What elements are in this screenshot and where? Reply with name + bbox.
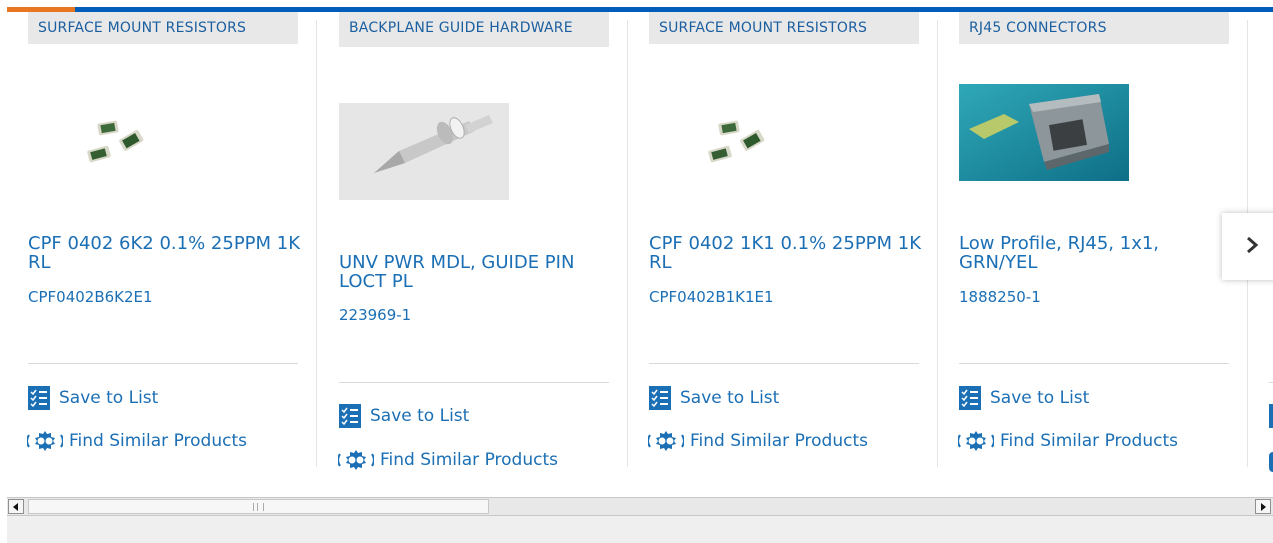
find-similar-button[interactable]: Find Similar Products [958, 428, 1178, 454]
divider [959, 363, 1229, 364]
find-similar-label: Find Similar Products [69, 431, 247, 451]
find-similar-label: Find Similar Products [690, 431, 868, 451]
product-image[interactable] [649, 84, 819, 181]
part-number[interactable]: 223969-1 [339, 306, 411, 324]
save-to-list-button[interactable]: Save to List [338, 403, 469, 429]
find-similar-label: Find Similar Products [1000, 431, 1178, 451]
save-to-list-label: Save to List [59, 388, 159, 408]
divider [339, 382, 609, 383]
product-title[interactable]: CPF 0402 1K1 0.1% 25PPM 1K RL [649, 234, 924, 272]
save-to-list-label: Save to List [370, 406, 470, 426]
find-similar-button[interactable]: Find Similar Products [648, 428, 868, 454]
checklist-icon [338, 404, 362, 428]
checklist-icon [27, 386, 51, 410]
product-image[interactable] [28, 84, 198, 181]
horizontal-scrollbar[interactable] [7, 497, 1273, 516]
similar-products-icon [338, 448, 374, 472]
product-image[interactable] [959, 84, 1129, 181]
arrow-left-icon[interactable] [8, 499, 24, 514]
save-to-list-label: Save to List [990, 388, 1090, 408]
similar-products-icon [648, 429, 684, 453]
carousel-next-button[interactable] [1222, 213, 1273, 280]
arrow-right-icon[interactable] [1255, 499, 1271, 514]
scrollbar-grip [253, 503, 264, 511]
save-to-list-button[interactable]: Save to List [27, 385, 158, 411]
product-image[interactable] [339, 103, 509, 200]
category-label[interactable]: SURFACE MOUNT RESISTORS [28, 12, 298, 44]
scrollbar-thumb[interactable] [28, 499, 489, 514]
find-similar-button[interactable]: Find Similar Products [27, 428, 247, 454]
save-to-list-button[interactable]: Save to List [958, 385, 1089, 411]
save-to-list-label: Save to List [680, 388, 780, 408]
divider [649, 363, 919, 364]
product-card: BACKPLANE GUIDE HARDWARE UNV PWR MDL, GU… [318, 12, 628, 470]
product-title[interactable]: UNV PWR MDL, GUIDE PIN LOCT PL [339, 253, 614, 291]
part-number[interactable]: CPF0402B6K2E1 [28, 288, 153, 306]
find-similar-button[interactable]: Find Similar Products [338, 447, 558, 473]
similar-products-icon[interactable] [1269, 452, 1273, 472]
save-to-list-button[interactable]: Save to List [648, 385, 779, 411]
find-similar-label: Find Similar Products [380, 450, 558, 470]
divider [28, 363, 298, 364]
category-label[interactable]: SURFACE MOUNT RESISTORS [649, 12, 919, 44]
similar-products-icon [27, 429, 63, 453]
product-card: SURFACE MOUNT RESISTORS CPF 0402 1K1 0.1… [628, 12, 938, 467]
footer-area [7, 516, 1273, 543]
product-carousel: SURFACE MOUNT RESISTORS CPF 0402 6K2 0.1… [7, 12, 1273, 497]
part-number[interactable]: 1888250-1 [959, 288, 1041, 306]
similar-products-icon [958, 429, 994, 453]
chevron-right-icon [1245, 235, 1259, 259]
checklist-icon [958, 386, 982, 410]
product-title[interactable]: Low Profile, RJ45, 1x1, GRN/YEL [959, 234, 1234, 272]
product-title[interactable]: CPF 0402 6K2 0.1% 25PPM 1K RL [28, 234, 303, 272]
part-number[interactable]: CPF0402B1K1E1 [649, 288, 774, 306]
product-card: RJ45 CONNECTORS Low Profile, RJ45, 1x1, … [938, 12, 1248, 467]
category-label[interactable]: BACKPLANE GUIDE HARDWARE [339, 12, 609, 47]
divider [1269, 382, 1273, 383]
product-card: SURFACE MOUNT RESISTORS CPF 0402 6K2 0.1… [7, 12, 317, 467]
category-label[interactable]: RJ45 CONNECTORS [959, 12, 1229, 44]
checklist-icon [648, 386, 672, 410]
checklist-icon[interactable] [1269, 404, 1273, 428]
